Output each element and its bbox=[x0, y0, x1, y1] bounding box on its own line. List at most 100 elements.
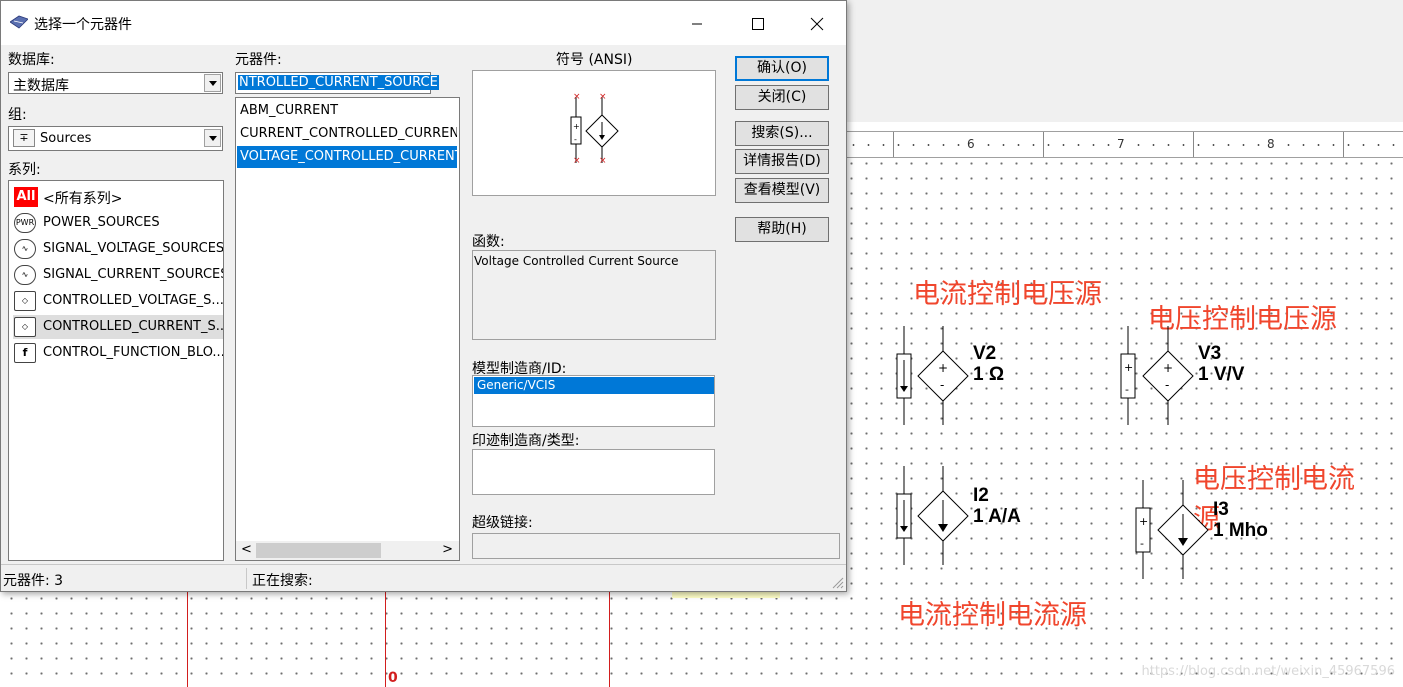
detail-report-button[interactable]: 详情报告(D) bbox=[735, 149, 829, 174]
family-item-label: CONTROL_FUNCTION_BLO... bbox=[43, 345, 224, 360]
family-item-power-sources[interactable]: PWR POWER_SOURCES bbox=[13, 211, 223, 235]
close-dialog-button[interactable]: 关闭(C) bbox=[735, 85, 829, 110]
component-search-input[interactable]: NTROLLED_CURRENT_SOURCE bbox=[235, 72, 439, 94]
family-item-signal-current-sources[interactable]: ∿ SIGNAL_CURRENT_SOURCES bbox=[13, 263, 223, 287]
family-item-label: SIGNAL_CURRENT_SOURCES bbox=[43, 267, 224, 282]
signal-current-sources-icon: ∿ bbox=[14, 265, 36, 285]
component-item-selected[interactable]: VOLTAGE_CONTROLLED_CURRENT_ bbox=[237, 146, 457, 168]
help-button[interactable]: 帮助(H) bbox=[735, 217, 829, 242]
svg-text:+: + bbox=[1163, 361, 1173, 375]
dialog-title: 选择一个元器件 bbox=[34, 17, 132, 33]
signal-voltage-sources-icon: ∿ bbox=[14, 239, 36, 259]
view-model-button[interactable]: 查看模型(V) bbox=[735, 178, 829, 203]
family-item-label: CONTROLLED_CURRENT_S... bbox=[43, 319, 224, 334]
wire bbox=[385, 592, 386, 687]
family-item-label: CONTROLLED_VOLTAGE_S... bbox=[43, 293, 224, 308]
symbol-label: 符号 (ANSI) bbox=[556, 52, 633, 68]
footprint-list[interactable] bbox=[472, 449, 715, 495]
component-list[interactable]: ABM_CURRENT CURRENT_CONTROLLED_CURRENT_ … bbox=[235, 97, 460, 561]
status-searching: 正在搜索: bbox=[252, 573, 313, 589]
ccvs-symbol: + - bbox=[896, 326, 969, 425]
scroll-right-icon[interactable]: > bbox=[442, 542, 453, 557]
maximize-button[interactable] bbox=[735, 9, 781, 39]
svg-text:+: + bbox=[1124, 361, 1133, 374]
group-select[interactable]: ∓ Sources bbox=[8, 126, 223, 151]
database-label: 数据库: bbox=[8, 52, 55, 68]
title-bar[interactable]: 选择一个元器件 bbox=[1, 1, 846, 45]
model-list[interactable]: Generic/VCIS bbox=[472, 375, 715, 427]
group-label: 组: bbox=[8, 107, 27, 123]
svg-text:×: × bbox=[599, 156, 607, 166]
family-item-signal-voltage-sources[interactable]: ∿ SIGNAL_VOLTAGE_SOURCES bbox=[13, 237, 223, 261]
family-item-all[interactable]: All <所有系列> bbox=[13, 185, 223, 209]
family-item-label: SIGNAL_VOLTAGE_SOURCES bbox=[43, 241, 224, 256]
part-label-v2: V2 1 Ω bbox=[973, 343, 1004, 385]
status-bar: 元器件: 3 正在搜索: bbox=[1, 564, 846, 591]
vccs-symbol: + - bbox=[1135, 480, 1209, 579]
svg-text:+: + bbox=[938, 361, 948, 375]
controlled-voltage-sources-icon: ◇ bbox=[14, 291, 36, 311]
multisim-app-icon bbox=[10, 15, 28, 29]
close-button[interactable] bbox=[794, 9, 840, 39]
sources-group-icon: ∓ bbox=[13, 129, 35, 147]
search-button[interactable]: 搜索(S)... bbox=[735, 121, 829, 146]
svg-text:-: - bbox=[1140, 537, 1144, 550]
vccs-symbol-preview: + - × × × × bbox=[570, 92, 619, 166]
family-item-control-function-blocks[interactable]: f CONTROL_FUNCTION_BLO... bbox=[13, 341, 223, 365]
vcvs-symbol: + - + - bbox=[1120, 326, 1194, 425]
family-item-controlled-voltage-sources[interactable]: ◇ CONTROLLED_VOLTAGE_S... bbox=[13, 289, 223, 313]
part-value: 1 A/A bbox=[973, 506, 1021, 527]
power-sources-icon: PWR bbox=[14, 213, 36, 233]
model-item-selected[interactable]: Generic/VCIS bbox=[474, 377, 714, 394]
family-label: 系列: bbox=[8, 162, 41, 178]
part-label-v3: V3 1 V/V bbox=[1198, 343, 1244, 385]
part-ref: I3 bbox=[1213, 499, 1229, 520]
family-item-label: <所有系列> bbox=[43, 191, 123, 207]
family-list[interactable]: All <所有系列> PWR POWER_SOURCES ∿ SIGNAL_VO… bbox=[8, 180, 224, 561]
controlled-current-sources-icon: ◇ bbox=[14, 317, 36, 337]
component-item[interactable]: ABM_CURRENT bbox=[237, 100, 457, 122]
family-item-label: POWER_SOURCES bbox=[43, 215, 160, 230]
part-value: 1 Mho bbox=[1213, 520, 1268, 541]
part-ref: I2 bbox=[973, 485, 989, 506]
wire bbox=[609, 592, 610, 687]
svg-text:+: + bbox=[573, 122, 580, 131]
svg-text:+: + bbox=[1139, 515, 1148, 528]
chevron-down-icon[interactable] bbox=[204, 74, 221, 92]
function-label: 函数: bbox=[472, 234, 505, 250]
resize-grip-icon[interactable] bbox=[830, 575, 844, 589]
component-label: 元器件: bbox=[235, 52, 282, 68]
component-list-scrollbar[interactable]: < > bbox=[236, 541, 459, 560]
wire bbox=[187, 592, 188, 687]
all-badge-icon: All bbox=[14, 187, 38, 207]
database-select[interactable]: 主数据库 bbox=[8, 72, 223, 94]
function-text-box: Voltage Controlled Current Source bbox=[472, 250, 716, 340]
maximize-icon bbox=[752, 18, 764, 30]
svg-text:×: × bbox=[573, 156, 581, 166]
part-value: 1 V/V bbox=[1198, 364, 1245, 385]
part-label-i3: I3 1 Mho bbox=[1213, 499, 1268, 541]
status-component-count: 元器件: 3 bbox=[1, 568, 247, 589]
minimize-button[interactable] bbox=[674, 9, 720, 39]
chevron-down-icon[interactable] bbox=[204, 129, 221, 147]
part-value: 1 Ω bbox=[973, 364, 1005, 385]
group-value: Sources bbox=[40, 131, 92, 146]
minimize-icon bbox=[692, 23, 702, 25]
svg-text:-: - bbox=[940, 378, 944, 392]
footprint-label: 印迹制造商/类型: bbox=[472, 433, 580, 449]
svg-text:-: - bbox=[1125, 383, 1129, 396]
part-label-i2: I2 1 A/A bbox=[973, 485, 1021, 527]
hyperlink-field[interactable] bbox=[472, 533, 840, 559]
node-label: 0 bbox=[388, 670, 398, 686]
watermark: https://blog.csdn.net/weixin_45967596 bbox=[1141, 664, 1395, 679]
symbol-preview: + - × × × × bbox=[472, 70, 716, 196]
component-search-value: NTROLLED_CURRENT_SOURCE bbox=[238, 75, 439, 90]
hyperlink-label: 超级链接: bbox=[472, 515, 533, 531]
ok-button[interactable]: 确认(O) bbox=[735, 56, 829, 81]
family-item-controlled-current-sources[interactable]: ◇ CONTROLLED_CURRENT_S... bbox=[13, 315, 223, 339]
cccs-symbol bbox=[896, 466, 969, 565]
scroll-left-icon[interactable]: < bbox=[241, 542, 252, 557]
component-item[interactable]: CURRENT_CONTROLLED_CURRENT_ bbox=[237, 123, 457, 145]
scrollbar-thumb[interactable] bbox=[256, 543, 381, 558]
svg-text:×: × bbox=[599, 92, 607, 102]
